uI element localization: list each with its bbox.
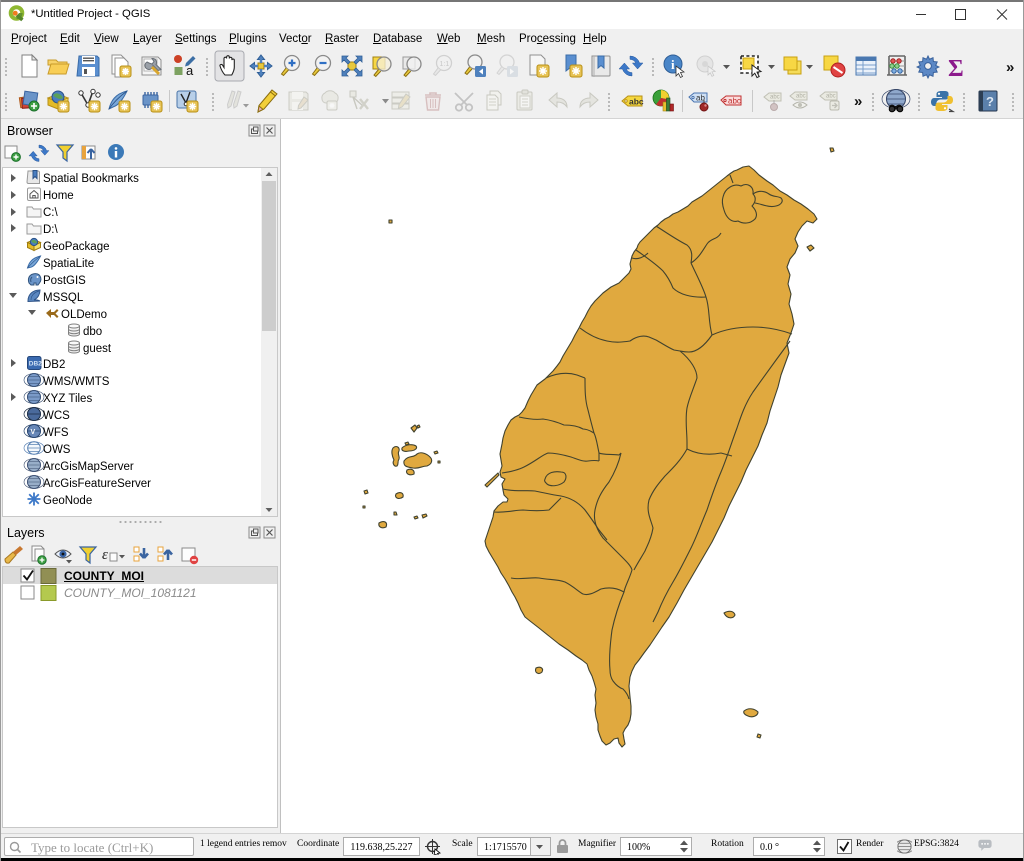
svg-text:OWS: OWS bbox=[43, 444, 71, 456]
svg-text:»: » bbox=[1006, 59, 1014, 76]
svg-text:»: » bbox=[854, 93, 862, 110]
svg-text:Spatial Bookmarks: Spatial Bookmarks bbox=[43, 173, 139, 185]
svg-text:GeoPackage: GeoPackage bbox=[43, 241, 110, 253]
svg-text:abc: abc bbox=[629, 97, 644, 107]
svg-text:PostGIS: PostGIS bbox=[43, 275, 86, 287]
svg-text:Home: Home bbox=[43, 190, 74, 202]
svg-text:DB2: DB2 bbox=[43, 359, 65, 371]
svg-text:WCS: WCS bbox=[43, 410, 70, 422]
svg-text:XYZ Tiles: XYZ Tiles bbox=[43, 393, 92, 405]
svg-text:OLDemo: OLDemo bbox=[61, 309, 107, 321]
svg-text:GeoNode: GeoNode bbox=[43, 495, 92, 507]
svg-text:SpatiaLite: SpatiaLite bbox=[43, 258, 94, 270]
svg-text:D:\: D:\ bbox=[43, 224, 59, 236]
svg-text:ArcGisMapServer: ArcGisMapServer bbox=[43, 461, 134, 473]
svg-text:ArcGisFeatureServer: ArcGisFeatureServer bbox=[43, 478, 151, 490]
svg-text:dbo: dbo bbox=[83, 326, 102, 338]
svg-text:WFS: WFS bbox=[43, 427, 69, 439]
svg-text:ε: ε bbox=[102, 547, 108, 563]
svg-text:a: a bbox=[186, 63, 194, 78]
svg-text:C:\: C:\ bbox=[43, 207, 59, 219]
svg-text:DB2: DB2 bbox=[29, 361, 42, 368]
svg-text:V: V bbox=[31, 429, 36, 436]
svg-text:?: ? bbox=[986, 94, 994, 109]
svg-text:i: i bbox=[671, 57, 675, 72]
svg-text:abc: abc bbox=[728, 97, 741, 106]
svg-text:WMS/WMTS: WMS/WMTS bbox=[43, 376, 110, 388]
svg-text:Σ: Σ bbox=[948, 56, 964, 82]
svg-text:guest: guest bbox=[83, 343, 112, 355]
svg-text:1:1: 1:1 bbox=[440, 61, 450, 68]
svg-text:MSSQL: MSSQL bbox=[43, 292, 84, 304]
